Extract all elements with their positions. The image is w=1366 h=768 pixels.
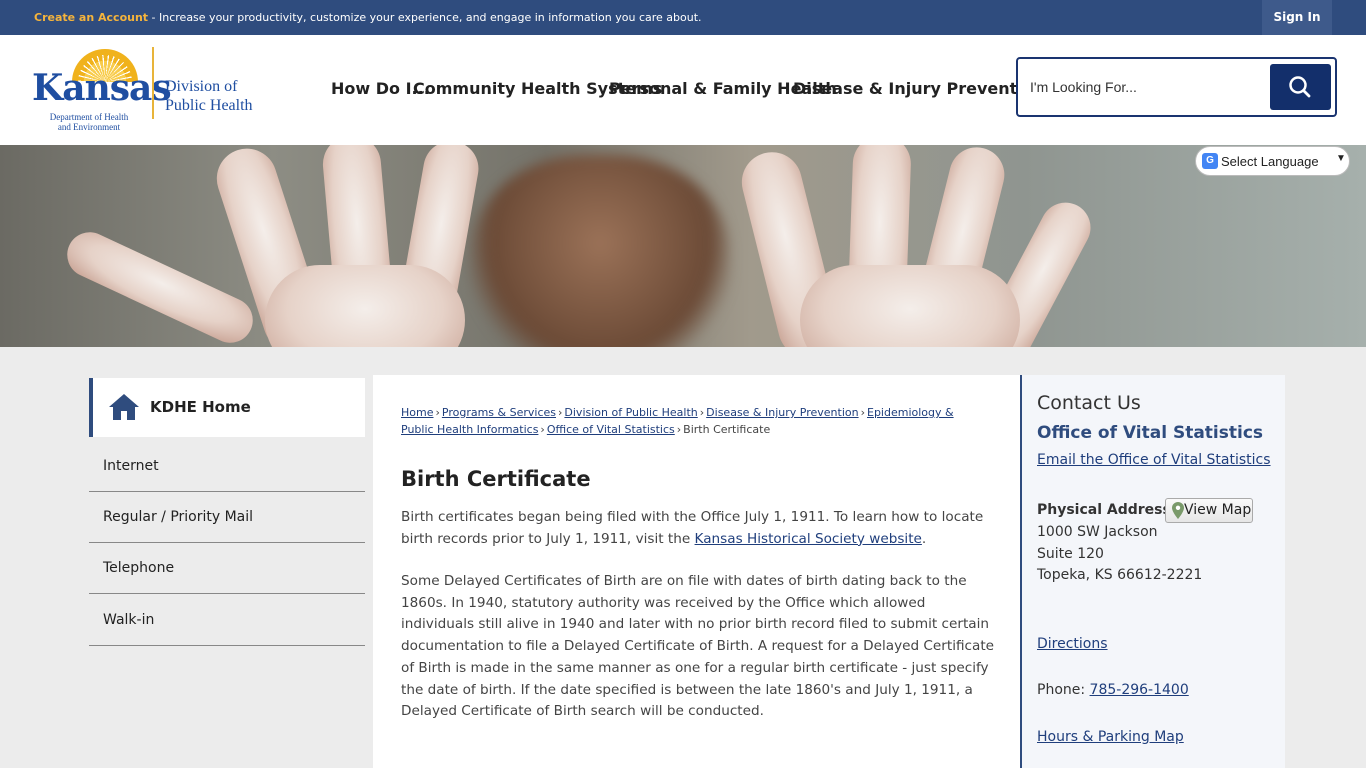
- breadcrumb: Home › Programs & Services › Division of Pub…: [401, 406, 954, 436]
- directions-link[interactable]: Directions: [1037, 636, 1108, 652]
- sidebar-item-label: Regular / Priority Mail: [103, 509, 254, 525]
- home-icon: [109, 394, 139, 420]
- view-map-label: View Map: [1184, 502, 1252, 518]
- search-box: [1016, 57, 1337, 117]
- phone-link[interactable]: 785-296-1400: [1090, 682, 1189, 698]
- logo-division-line2: Public Health: [165, 97, 253, 114]
- page-title: Birth Certificate: [401, 467, 591, 491]
- google-translate-icon: G: [1202, 153, 1218, 169]
- sidebar-item-label: Internet: [103, 458, 159, 474]
- hours-parking-link[interactable]: Hours & Parking Map: [1037, 729, 1184, 745]
- kdhe-logo[interactable]: Kansas Department of Health and Environm…: [32, 47, 262, 132]
- logo-division: Division of Public Health: [165, 77, 253, 115]
- logo-wordmark: Kansas: [32, 67, 172, 109]
- hero-hand-left-palm: [265, 265, 465, 347]
- address-line-3: Topeka, KS 66612-2221: [1037, 567, 1203, 583]
- breadcrumb-current: Birth Certificate: [683, 423, 771, 436]
- intro-text-end: .: [921, 530, 927, 547]
- sign-in-button[interactable]: Sign In: [1262, 0, 1332, 35]
- intro-paragraph: Birth certificates began being filed wit…: [401, 507, 996, 550]
- email-link[interactable]: Email the Office of Vital Statistics: [1037, 452, 1271, 468]
- contact-heading: Contact Us: [1037, 392, 1141, 414]
- create-account-link[interactable]: Create an Account: [34, 11, 148, 24]
- sidebar-item-kdhe-home[interactable]: KDHE Home: [89, 378, 365, 437]
- top-bar: Create an Account - Increase your produc…: [0, 0, 1366, 35]
- logo-dept-line1: Department of Health: [49, 112, 129, 122]
- historical-society-link[interactable]: Kansas Historical Society website: [695, 531, 922, 547]
- phone-label: Phone:: [1037, 682, 1090, 698]
- physical-address-label: Physical Address: [1037, 502, 1171, 518]
- hero-hand-left-thumb: [59, 224, 261, 347]
- delayed-certificates-paragraph: Some Delayed Certificates of Birth are o…: [401, 573, 995, 720]
- phone-line: Phone: 785-296-1400: [1037, 682, 1189, 698]
- chevron-down-icon: ▼: [1336, 153, 1346, 164]
- sidebar-item-regular-priority-mail[interactable]: Regular / Priority Mail: [89, 492, 365, 543]
- breadcrumb-disease-injury-prevention[interactable]: Disease & Injury Prevention: [706, 406, 858, 419]
- logo-dept-line2: and Environment: [57, 122, 121, 132]
- hero-face: [470, 155, 730, 347]
- search-input[interactable]: [1030, 73, 1270, 101]
- logo-department: Department of Health and Environment: [46, 112, 132, 132]
- search-icon: [1289, 76, 1311, 98]
- account-message-text: - Increase your productivity, customize …: [148, 11, 702, 24]
- address-line-2: Suite 120: [1037, 546, 1104, 562]
- hero-banner-image: [0, 145, 1366, 347]
- contact-department: Office of Vital Statistics: [1037, 423, 1264, 443]
- breadcrumb-home[interactable]: Home: [401, 406, 433, 419]
- map-pin-icon: [1172, 502, 1184, 519]
- language-select[interactable]: G Select Language ▼: [1195, 146, 1350, 176]
- breadcrumb-programs-services[interactable]: Programs & Services: [442, 406, 556, 419]
- search-button[interactable]: [1270, 64, 1331, 110]
- sidebar-item-internet[interactable]: Internet: [89, 441, 365, 492]
- main-content: Home › Programs & Services › Division of Pub…: [373, 375, 1021, 768]
- nav-disease-injury-prevention[interactable]: Disease & Injury Prevention: [793, 79, 1045, 98]
- account-message: Create an Account - Increase your produc…: [34, 11, 702, 24]
- sidebar-item-walk-in[interactable]: Walk-in: [89, 595, 365, 646]
- sidebar-item-telephone[interactable]: Telephone: [89, 543, 365, 594]
- contact-panel: Contact Us Office of Vital Statistics Em…: [1020, 375, 1285, 768]
- sidebar-item-label: Walk-in: [103, 612, 155, 628]
- sidebar-item-label: Telephone: [103, 560, 175, 576]
- language-select-label: Select Language: [1221, 154, 1319, 169]
- logo-division-line1: Division of: [165, 78, 238, 95]
- logo-divider: [152, 47, 154, 119]
- hero-hand-right-palm: [800, 265, 1020, 347]
- sidebar-home-label: KDHE Home: [150, 398, 251, 416]
- site-header: Kansas Department of Health and Environm…: [0, 35, 1366, 145]
- address-line-1: 1000 SW Jackson: [1037, 524, 1158, 540]
- view-map-button[interactable]: View Map: [1165, 498, 1253, 523]
- breadcrumb-division-public-health[interactable]: Division of Public Health: [564, 406, 697, 419]
- breadcrumb-vital-statistics[interactable]: Office of Vital Statistics: [547, 423, 675, 436]
